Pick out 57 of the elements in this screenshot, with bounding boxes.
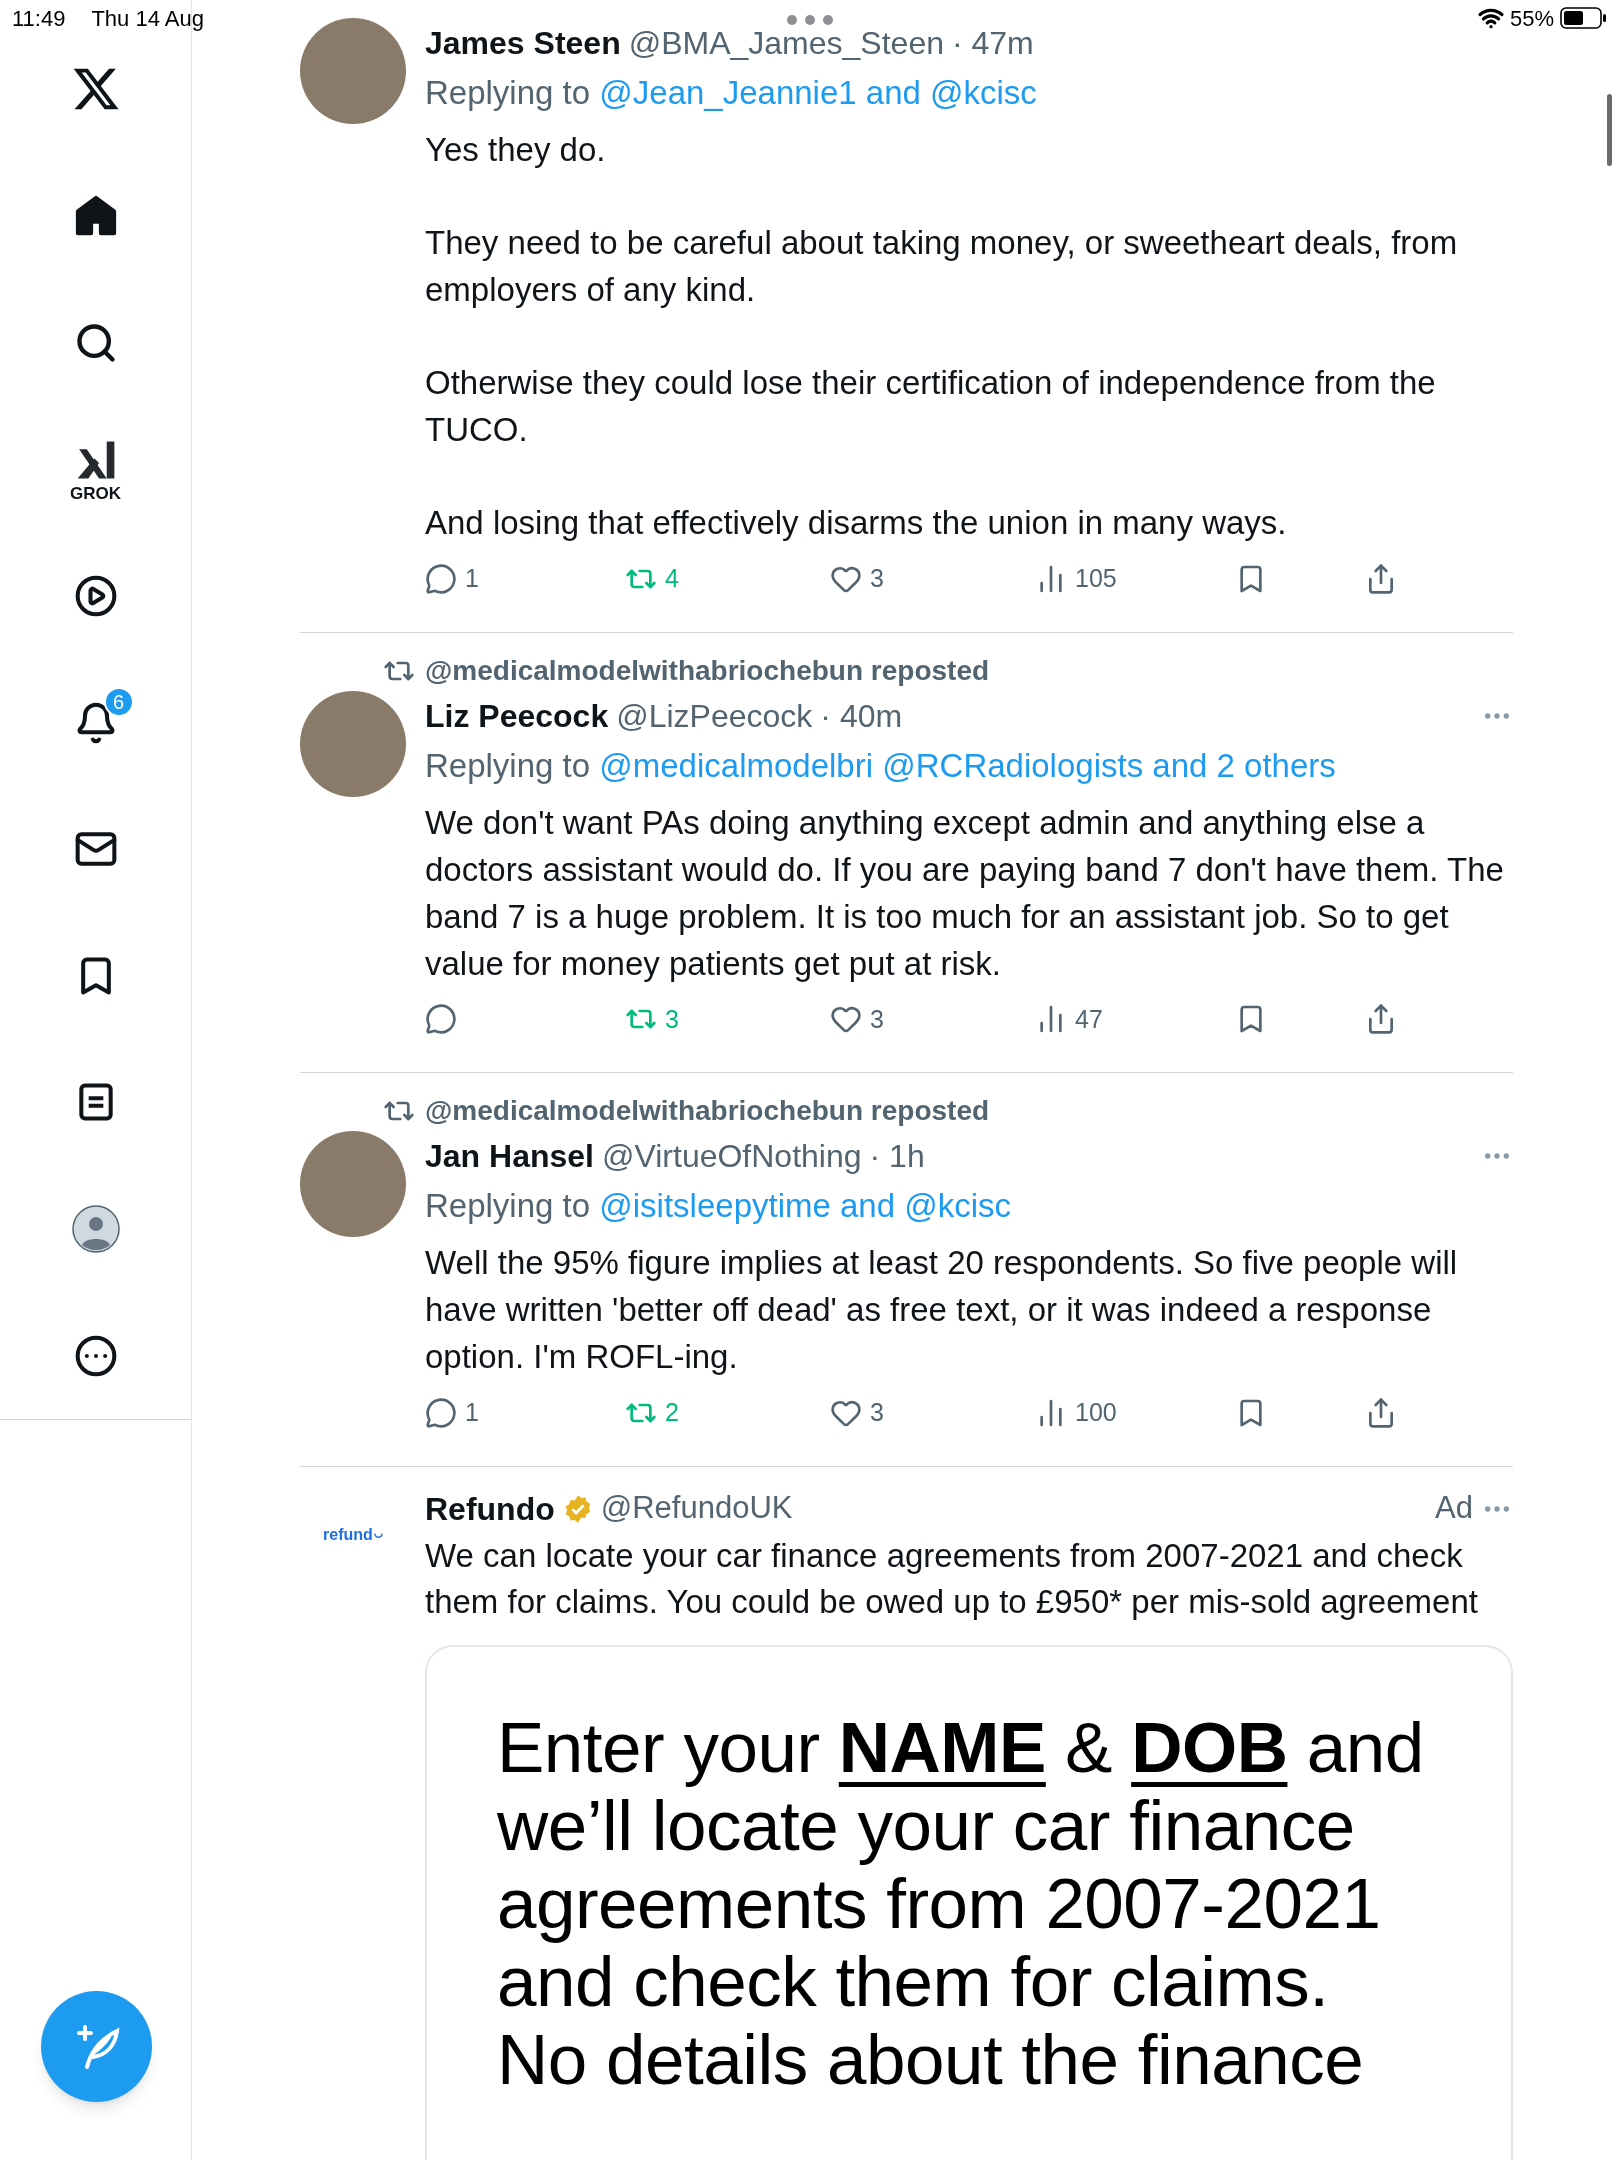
- action-count: 3: [665, 1003, 679, 1035]
- action-count: 3: [870, 1397, 884, 1428]
- reply-icon[interactable]: [425, 1003, 457, 1036]
- multitasking-dots-icon[interactable]: [786, 14, 834, 26]
- scroll-indicator: [1607, 94, 1612, 166]
- author-handle[interactable]: @RefundoUK: [600, 1485, 793, 1532]
- action-count: 3: [870, 563, 884, 594]
- post-time: · 1h: [869, 1137, 925, 1176]
- status-time: 11:49: [12, 4, 66, 33]
- action-count: 100: [1075, 1397, 1117, 1428]
- action-count: 47: [1075, 1003, 1103, 1035]
- ad-label: Ad: [1435, 1489, 1473, 1528]
- grok-label: GROK: [70, 484, 121, 502]
- ad-image-text: agreements from 2007-2021: [497, 1864, 1382, 1943]
- battery-percent: 55%: [1509, 4, 1554, 33]
- battery-icon: [1560, 7, 1608, 29]
- post-text: Otherwise they could lose their certification of independence from the TUCO.: [425, 363, 1437, 450]
- more-icon[interactable]: [73, 1333, 118, 1378]
- post-time: · 47m: [951, 24, 1034, 63]
- reply-context: Replying to @medicalmodelbri @RCRadiologists and 2 others: [425, 745, 1337, 786]
- ad-text: We can locate your car finance agreements from 2007-2021 and check them for claims. You could be owed up to £950* per mis-sold agreement: [425, 1535, 1479, 1622]
- repost-header: @medicalmodelwithabriochebun reposted: [425, 1094, 990, 1128]
- profile-avatar-icon[interactable]: [71, 1205, 120, 1254]
- author-name[interactable]: Jan Hansel: [425, 1132, 594, 1180]
- logo-text: refund: [323, 1524, 373, 1545]
- author-name[interactable]: Liz Peecock: [425, 691, 609, 740]
- action-count: 1: [465, 563, 479, 594]
- repost-header: @medicalmodelwithabriochebun reposted: [425, 653, 990, 688]
- action-count: 4: [665, 563, 679, 594]
- author-handle[interactable]: @LizPeecock: [616, 691, 813, 740]
- action-count: 1: [465, 1397, 479, 1428]
- post-text: They need to be careful about taking money, or sweetheart deals, from employers of any kind.: [425, 223, 1459, 310]
- reply-context: Replying to @isitsleepytime and @kcisc: [425, 1186, 1013, 1226]
- post-time: · 40m: [820, 696, 903, 736]
- ad-image-card[interactable]: Enter your NAME & DOB and we’ll locate your car finance agreements from 2007-2021 and check them for claims. No details about the finance: [425, 1644, 1513, 2160]
- post-text: And losing that effectively disarms the union in many ways.: [425, 503, 1288, 543]
- ad-image-text: and check them for claims.: [497, 1942, 1330, 2021]
- action-count: 105: [1075, 563, 1117, 594]
- action-count: 2: [665, 1397, 679, 1428]
- author-handle[interactable]: @VirtueOfNothing: [601, 1132, 862, 1180]
- author-name[interactable]: Refundo: [425, 1484, 555, 1533]
- post-text: Yes they do.: [425, 130, 607, 170]
- ad-image-text: we’ll locate your car finance: [497, 1786, 1356, 1865]
- post-text: We don't want PAs doing anything except admin and anything else a doctors assistant would do. If you are paying band 7 don't have them. The band 7 is a huge problem. It is too much for an assistant job. So to get value for money patients get put at risk.: [425, 802, 1505, 984]
- action-count: 3: [870, 1003, 884, 1035]
- refundo-logo[interactable]: refund: [323, 1522, 383, 1547]
- notification-badge: 6: [103, 686, 134, 717]
- author-name[interactable]: James Steen: [425, 19, 621, 67]
- reply-icon[interactable]: [425, 562, 457, 595]
- reply-context: Replying to @Jean_Jeannie1 and @kcisc: [425, 73, 1038, 113]
- status-date: Thu 14 Aug: [91, 4, 204, 33]
- play-icon[interactable]: [73, 573, 118, 618]
- author-handle[interactable]: @BMA_James_Steen: [628, 19, 944, 67]
- ad-image-text: Enter your NAME & DOB and: [497, 1708, 1425, 1787]
- reply-icon[interactable]: [425, 1396, 457, 1429]
- ad-image-text: No details about the finance: [497, 2020, 1365, 2099]
- post-text: Well the 95% figure implies at least 20 respondents. So five people will have written 'better off dead' as free text, or it was indeed a response option. I'm ROFL-ing.: [425, 1243, 1459, 1377]
